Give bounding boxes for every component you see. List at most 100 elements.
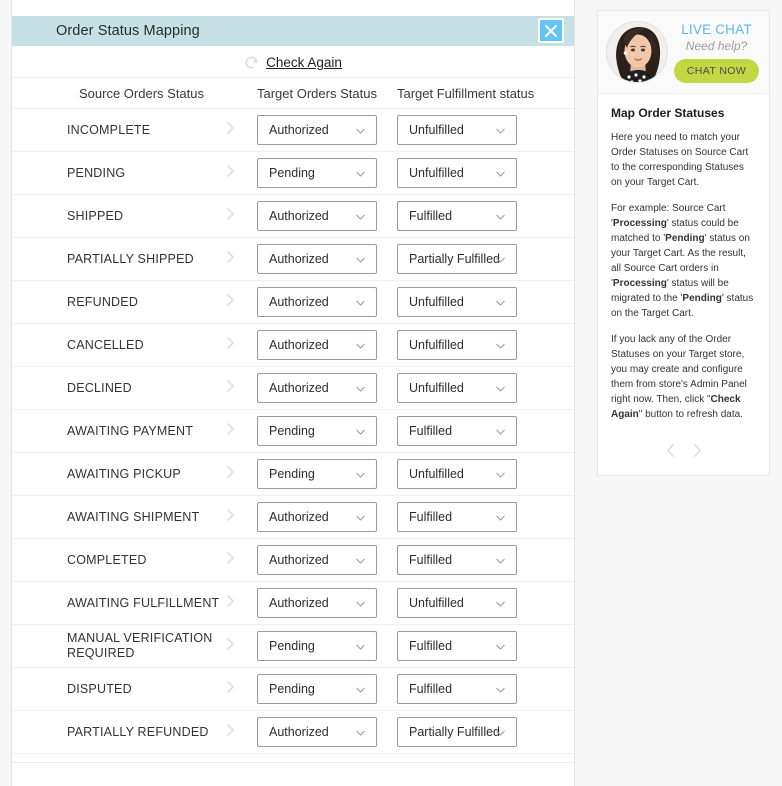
target-fulfillment-status-select[interactable]: Fulfilled [397,502,517,532]
source-status-label: PENDING [12,165,257,182]
target-order-status-select[interactable]: Authorized [257,244,377,274]
chevron-right-icon[interactable] [691,443,704,463]
table-row: PARTIALLY REFUNDED Authorized Partially Fu… [12,710,574,753]
table-row: SHIPPED Authorized Fulfilled [12,194,574,237]
chevron-down-icon [356,164,365,182]
chevron-down-icon [496,551,505,569]
target-order-status-cell: Authorized [257,330,397,360]
chevron-down-icon [496,680,505,698]
chevron-down-icon [356,293,365,311]
chat-now-button[interactable]: CHAT NOW [673,58,760,83]
target-order-status-cell: Pending [257,674,397,704]
chevron-right-icon [226,165,235,182]
target-fulfillment-status-value: Unfulfilled [409,338,464,352]
target-order-status-select[interactable]: Authorized [257,201,377,231]
chevron-right-icon [226,638,235,655]
target-fulfillment-status-cell: Unfulfilled [397,373,557,403]
target-fulfillment-status-value: Fulfilled [409,424,453,438]
target-fulfillment-status-select[interactable]: Unfulfilled [397,287,517,317]
target-order-status-cell: Authorized [257,502,397,532]
check-again-link[interactable]: Check Again [266,55,342,70]
chevron-right-icon [226,724,235,741]
target-order-status-cell: Authorized [257,717,397,747]
target-order-status-value: Pending [269,682,315,696]
target-fulfillment-status-value: Unfulfilled [409,166,464,180]
target-order-status-select[interactable]: Pending [257,674,377,704]
target-order-status-cell: Pending [257,416,397,446]
target-order-status-value: Authorized [269,596,329,610]
target-order-status-select[interactable]: Authorized [257,717,377,747]
status-mapping-table: INCOMPLETE Authorized Unfulfilled PENDING Pe… [12,108,574,753]
target-fulfillment-status-select[interactable]: Unfulfilled [397,330,517,360]
target-fulfillment-status-select[interactable]: Partially Fulfilled [397,244,517,274]
live-chat-text-block: LIVE CHAT Need help? CHAT NOW [668,22,761,83]
target-fulfillment-status-select[interactable]: Unfulfilled [397,459,517,489]
close-button[interactable] [538,18,564,43]
target-order-status-value: Authorized [269,209,329,223]
target-order-status-select[interactable]: Authorized [257,588,377,618]
target-order-status-cell: Authorized [257,588,397,618]
target-order-status-value: Authorized [269,510,329,524]
target-order-status-value: Authorized [269,381,329,395]
chevron-right-icon [226,122,235,139]
help-carousel-controls [598,441,769,475]
target-fulfillment-status-select[interactable]: Unfulfilled [397,588,517,618]
chevron-right-icon [226,337,235,354]
column-header-target-fulfillment: Target Fulfillment status [397,85,535,101]
target-fulfillment-status-select[interactable]: Fulfilled [397,201,517,231]
target-order-status-select[interactable]: Authorized [257,115,377,145]
target-fulfillment-status-select[interactable]: Unfulfilled [397,115,517,145]
live-chat-label: LIVE CHAT [681,21,752,37]
chevron-down-icon [356,594,365,612]
target-fulfillment-status-cell: Unfulfilled [397,158,557,188]
table-row: DECLINED Authorized Unfulfilled [12,366,574,409]
target-order-status-select[interactable]: Pending [257,631,377,661]
chevron-down-icon [356,508,365,526]
target-order-status-value: Authorized [269,295,329,309]
target-order-status-cell: Authorized [257,115,397,145]
target-fulfillment-status-cell: Fulfilled [397,674,557,704]
chevron-down-icon [496,508,505,526]
target-order-status-select[interactable]: Authorized [257,502,377,532]
table-row: PENDING Pending Unfulfilled [12,151,574,194]
chevron-down-icon [356,637,365,655]
source-status-label: AWAITING SHIPMENT [12,509,257,525]
table-row: INCOMPLETE Authorized Unfulfilled [12,108,574,151]
target-fulfillment-status-select[interactable]: Partially Fulfilled [397,717,517,747]
target-order-status-select[interactable]: Authorized [257,545,377,575]
target-order-status-select[interactable]: Authorized [257,287,377,317]
chevron-right-icon [226,251,235,268]
target-fulfillment-status-cell: Unfulfilled [397,459,557,489]
help-p2-strong-pending-1: Pending [665,233,705,244]
target-order-status-select[interactable]: Pending [257,459,377,489]
help-p2-strong-processing-2: Processing [612,278,667,289]
target-order-status-select[interactable]: Pending [257,158,377,188]
help-paragraph-2: For example: Source Cart 'Processing' st… [611,201,756,321]
target-fulfillment-status-select[interactable]: Fulfilled [397,545,517,575]
chevron-left-icon[interactable] [664,443,677,463]
order-status-mapping-panel: Order Status Mapping Check Again Source … [11,0,575,786]
target-order-status-value: Authorized [269,338,329,352]
target-fulfillment-status-select[interactable]: Fulfilled [397,631,517,661]
target-fulfillment-status-select[interactable]: Fulfilled [397,674,517,704]
target-fulfillment-status-value: Unfulfilled [409,123,464,137]
source-status-label: AWAITING PAYMENT [12,423,257,439]
target-order-status-cell: Pending [257,631,397,661]
table-row: AWAITING FULFILLMENT Authorized Unfulfille… [12,581,574,624]
source-status-label: DECLINED [12,380,257,396]
target-order-status-select[interactable]: Authorized [257,373,377,403]
chevron-down-icon [496,250,505,268]
target-fulfillment-status-select[interactable]: Unfulfilled [397,158,517,188]
target-fulfillment-status-select[interactable]: Fulfilled [397,416,517,446]
target-order-status-cell: Pending [257,158,397,188]
target-fulfillment-status-select[interactable]: Unfulfilled [397,373,517,403]
target-order-status-select[interactable]: Authorized [257,330,377,360]
target-fulfillment-status-cell: Partially Fulfilled [397,717,557,747]
target-fulfillment-status-cell: Fulfilled [397,502,557,532]
target-order-status-value: Authorized [269,252,329,266]
chevron-down-icon [356,379,365,397]
target-fulfillment-status-value: Fulfilled [409,209,453,223]
chevron-down-icon [496,723,505,741]
target-fulfillment-status-value: Partially Fulfilled [409,725,501,739]
target-order-status-select[interactable]: Pending [257,416,377,446]
